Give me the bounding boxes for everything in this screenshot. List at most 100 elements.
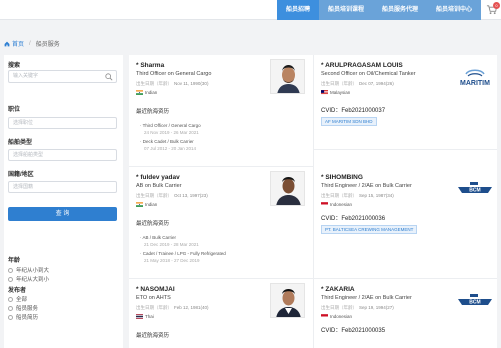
birth-label: 出生日期（年龄） <box>321 193 357 198</box>
main-nav: 船员招聘 船员培训课程 船员服务代理 船员培训中心 <box>277 0 482 20</box>
crew-rank: ETO on AHTS <box>136 295 171 301</box>
radio-icon[interactable] <box>8 314 13 320</box>
search-input[interactable]: 输入关键字 <box>8 70 117 83</box>
publisher-option-resume[interactable]: 船员简历 <box>8 313 38 321</box>
position-select[interactable]: 选择职位 <box>8 117 117 129</box>
radio-icon[interactable] <box>8 267 13 273</box>
ship-type-select[interactable]: 选择船舶类型 <box>8 149 117 161</box>
radio-icon[interactable] <box>8 305 13 311</box>
crew-photo[interactable] <box>270 283 305 318</box>
crew-cvid: CVID：Feb2021000035 <box>321 328 386 334</box>
birth-value: Dec 07, 1994(26) <box>359 81 394 86</box>
birth-label: 出生日期（年龄） <box>136 193 172 198</box>
publisher-option-label: 船员服务 <box>16 306 39 312</box>
search-placeholder: 输入关键字 <box>13 73 39 79</box>
breadcrumb-home-label: 首页 <box>12 42 25 48</box>
crew-portrait <box>271 172 304 205</box>
crew-name[interactable]: * SIHOMBING <box>321 174 363 181</box>
birth-value: Sep 19, 1994(27) <box>359 305 394 310</box>
birth-label: 出生日期（年龄） <box>136 305 172 310</box>
crew-name[interactable]: * ZAKARIA <box>321 286 355 293</box>
crew-card[interactable]: * NASOMJAI ETO on AHTS 出生日期（年龄） Feb 12, 1… <box>129 279 314 348</box>
birth-value: Feb 12, 1981(40) <box>174 305 209 310</box>
logo-text: BCM <box>469 300 480 306</box>
nationality-placeholder: 选择国籍 <box>13 184 34 190</box>
nav-crew-training-center[interactable]: 船员培训中心 <box>427 0 482 20</box>
company-tag[interactable]: AF MARITIM SDN BHD <box>321 117 377 126</box>
age-option-label: 年纪从小到大 <box>16 268 50 274</box>
publisher-option-label: 船员简历 <box>16 315 39 321</box>
indonesia-flag-icon <box>321 314 328 319</box>
experience-role: Cadet / Trainee / LPG - Fully Refrigerat… <box>142 251 226 256</box>
nav-crew-recruitment[interactable]: 船员招聘 <box>277 0 320 20</box>
top-navigation-bar: 船员招聘 船员培训课程 船员服务代理 船员培训中心 0 <box>0 0 501 20</box>
thailand-flag-icon <box>136 314 143 319</box>
company-tag[interactable]: PT. BALTICSEA CREWING MANAGEMENT <box>321 225 418 234</box>
experience-role: Third Officer / General Cargo <box>142 123 201 128</box>
experience-dates: 07 Jul 2012 - 20 Jan 2014 <box>144 146 197 151</box>
crew-birth: 出生日期（年龄） Sep 15, 1987(34) <box>321 193 394 199</box>
crew-name[interactable]: * ARULPRAGASAM LOUIS <box>321 62 403 69</box>
company-logo[interactable]: MARITIM <box>456 67 494 89</box>
bcm-ship-logo-icon: BCM <box>458 294 492 306</box>
crew-cvid: CVID：Feb2021000037 <box>321 108 386 114</box>
breadcrumb-separator: / <box>29 40 31 47</box>
birth-label: 出生日期（年龄） <box>321 305 357 310</box>
crew-card[interactable]: * Sharma Third Officer on General Cargo … <box>129 55 314 167</box>
nationality-value: Indian <box>145 90 158 95</box>
search-icon[interactable] <box>105 73 113 85</box>
age-option-descending[interactable]: 年纪从大到小 <box>8 275 49 283</box>
cart-count-badge: 0 <box>493 2 500 9</box>
nav-crew-training-courses[interactable]: 船员培训课程 <box>319 0 374 20</box>
nationality-select[interactable]: 选择国籍 <box>8 181 117 193</box>
search-button[interactable]: 查 询 <box>8 207 117 221</box>
experience-role: AB / Bulk Carrier <box>142 235 177 240</box>
filter-sidebar: 搜索 输入关键字 职位 选择职位 船舶类型 选择船舶类型 国籍/地区 选择国籍 … <box>4 55 123 348</box>
nationality-value: Malaysian <box>330 90 351 95</box>
crew-rank: Third Officer on General Cargo <box>136 71 212 77</box>
nav-crew-service-agency[interactable]: 船员服务代理 <box>373 0 428 20</box>
maritim-logo-icon: MARITIM <box>460 69 490 87</box>
age-option-ascending[interactable]: 年纪从小到大 <box>8 266 49 274</box>
crew-rank: Third Engineer / 2/AE on Bulk Carrier <box>321 183 412 189</box>
birth-value: Sep 15, 1987(34) <box>359 193 394 198</box>
crew-card[interactable]: * ARULPRAGASAM LOUIS Second Officer on O… <box>314 55 497 150</box>
birth-value: Nov 11, 1990(30) <box>174 81 209 86</box>
crew-photo[interactable] <box>270 171 305 206</box>
company-logo[interactable]: BCM <box>456 177 494 197</box>
crew-birth: 出生日期（年龄） Oct 13, 1997(23) <box>136 193 208 199</box>
experience-item: · Cadet / Trainee / LPG - Fully Refriger… <box>140 251 226 256</box>
crew-card-list-right: * ARULPRAGASAM LOUIS Second Officer on O… <box>314 55 497 348</box>
experience-title: 最近航海资历 <box>136 333 170 339</box>
malaysia-flag-icon <box>321 90 328 95</box>
publisher-option-service[interactable]: 船员服务 <box>8 304 38 312</box>
crew-card[interactable]: * fuldev yadav AB on Bulk Carrier 出生日期（年… <box>129 167 314 279</box>
company-logo[interactable]: BCM <box>456 289 494 309</box>
experience-item: · AB / Bulk Carrier <box>140 235 177 240</box>
nationality-value: Indian <box>145 202 158 207</box>
crew-card[interactable]: * SIHOMBING Third Engineer / 2/AE on Bul… <box>314 167 497 279</box>
breadcrumb-home-link[interactable]: 首页 <box>4 39 24 48</box>
crew-rank: Second Officer on Oil/Chemical Tanker <box>321 71 416 77</box>
radio-icon[interactable] <box>8 276 13 282</box>
crew-birth: 出生日期（年龄） Dec 07, 1994(26) <box>321 81 394 87</box>
crew-cvid: CVID：Feb2021000036 <box>321 216 386 222</box>
crew-card[interactable]: * ZAKARIA Third Engineer / 2/AE on Bulk … <box>314 279 497 348</box>
nationality-value: Indonesian <box>330 202 353 207</box>
bcm-ship-logo-icon: BCM <box>458 182 492 194</box>
experience-dates: 24 Nov 2019 - 26 Mar 2021 <box>144 130 199 135</box>
breadcrumb: 首页 / 船员服务 <box>4 39 60 48</box>
birth-label: 出生日期（年龄） <box>321 81 357 86</box>
radio-icon[interactable] <box>8 296 13 302</box>
crew-name[interactable]: * fuldev yadav <box>136 174 180 181</box>
crew-card-list-left: * Sharma Third Officer on General Cargo … <box>129 55 314 348</box>
india-flag-icon <box>136 202 143 207</box>
crew-photo[interactable] <box>270 59 305 94</box>
crew-name[interactable]: * Sharma <box>136 62 164 69</box>
crew-name[interactable]: * NASOMJAI <box>136 286 175 293</box>
ship-type-label: 船舶类型 <box>8 140 33 146</box>
crew-birth: 出生日期（年龄） Sep 19, 1994(27) <box>321 305 394 311</box>
cart-button[interactable]: 0 <box>486 2 500 15</box>
crew-nationality: Indian <box>136 202 157 207</box>
publisher-option-all[interactable]: 全部 <box>8 295 27 303</box>
